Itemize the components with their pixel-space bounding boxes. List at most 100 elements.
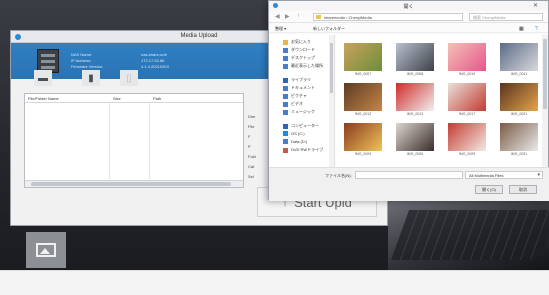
tree-computer[interactable]: コンピューター [283,123,319,129]
photo-filename: IMG_0017 [458,112,476,116]
side-label: Sel [248,174,254,179]
music-icon [283,109,288,115]
photo-filename: IMG_0008 [406,72,424,76]
tree-dvd-drive[interactable]: DVD RWドライブ [283,147,323,153]
tree-downloads[interactable]: ダウンロード [283,47,315,53]
photo-thumbnail[interactable] [344,83,382,111]
tree-documents[interactable]: ドキュメント [283,85,315,91]
scrollbar-thumb[interactable] [31,182,231,186]
picture-icon [283,93,288,99]
tree-music[interactable]: ミュージック [283,109,315,115]
scrollbar-thumb[interactable] [543,39,547,109]
upload-toolbar: ▬ ▮ ▯ [22,70,142,86]
col-header-path[interactable]: Path [153,96,161,101]
forward-icon[interactable]: ▶ [285,13,290,20]
photo-filename: IMG_0011 [510,72,528,76]
file-list-table[interactable]: File/Folder Name Size Path [24,93,244,188]
photo-thumbnail[interactable] [344,43,382,71]
photo-thumbnail[interactable] [396,43,434,71]
photo-thumbnail[interactable] [344,123,382,151]
laptop-keyboard [390,210,549,260]
device-info-keys: NAS Name: IP Address: Firmware Version: [71,52,103,70]
file-type-select[interactable]: All Multimedia Files [465,171,543,179]
photo-thumbnail[interactable] [500,83,538,111]
tree-recent[interactable]: 最近表示した場所 [283,63,323,69]
tree-drive-c[interactable]: OS (C:) [283,131,305,136]
photo-filename: IMG_0012 [354,112,372,116]
photo-filename: IMG_0010 [458,72,476,76]
view-options-icon[interactable]: ▦ [519,26,524,32]
command-bar: 整理 ▾ 新しいフォルダー ▦ ? [269,23,548,33]
photo-thumbnail[interactable] [448,123,486,151]
tree-favorites[interactable]: お気に入り [283,39,311,45]
column-divider [149,103,150,179]
computer-icon [283,123,288,129]
photo-thumbnail[interactable] [500,123,538,151]
page-footer-strip [0,270,549,295]
video-icon [283,101,288,107]
star-icon [283,39,288,45]
folder-icon: ▬ [38,72,48,84]
photo-thumbnail[interactable] [448,83,486,111]
address-bar-row: ◀ ▶ ↑ sharemedia › ChenyiMedia 検索 Chenyi… [269,11,548,23]
library-icon [283,77,288,83]
firmware-value: 4.1.4.20210303 [141,64,169,69]
tree-drive-d[interactable]: Data (D:) [283,139,307,144]
organize-menu[interactable]: 整理 ▾ [275,26,286,32]
photo-filename: IMG_0021 [510,112,528,116]
dialog-footer: ファイル名(N): All Multimedia Files 開く(O) 取消 [269,167,549,201]
side-label: File [248,124,255,129]
trash-icon: ▯ [126,72,132,84]
col-header-size[interactable]: Size [113,96,121,101]
side-label: Dire [248,114,256,119]
photo-thumbnail[interactable] [500,43,538,71]
up-icon[interactable]: ↑ [297,13,300,19]
file-grid-scrollbar[interactable] [542,35,548,167]
photo-filename: IMG_0031 [510,152,528,156]
new-folder-button[interactable]: 新しいフォルダー [313,26,345,32]
photo-filename: IMG_0007 [354,72,372,76]
window-controls[interactable]: ✕ [533,2,544,9]
file-name-input[interactable] [355,171,463,179]
file-table-header: File/Folder Name Size Path [25,94,243,103]
add-file-button[interactable]: ▮ [82,70,100,86]
tree-pictures[interactable]: ピクチャ [283,93,307,99]
open-file-dialog: 開く ✕ ◀ ▶ ↑ sharemedia › ChenyiMedia 検索 C… [268,0,549,201]
open-button[interactable]: 開く(O) [475,185,503,194]
photo-thumbnail[interactable] [396,83,434,111]
image-icon [36,243,56,257]
tree-desktop[interactable]: デスクトップ [283,55,315,61]
add-folder-button[interactable]: ▬ [34,70,52,86]
search-input[interactable]: 検索 ChenyiMedia [469,13,543,21]
file-thumbnail-grid: IMG_0007 IMG_0008 IMG_0010 IMG_0011 IMG_0012… [336,35,543,167]
photo-filename: IMG_0024 [354,152,372,156]
tree-libraries[interactable]: ライブラリ [283,77,311,83]
file-name-label: ファイル名(N): [325,173,352,178]
dialog-titlebar[interactable]: 開く ✕ [269,1,548,11]
image-placeholder [26,232,66,268]
back-icon[interactable]: ◀ [275,13,280,20]
horizontal-scrollbar[interactable] [25,180,243,187]
file-icon: ▮ [88,72,94,84]
dvd-icon [283,147,288,153]
drive-icon [283,131,288,136]
photo-thumbnail[interactable] [396,123,434,151]
dialog-title: 開く [403,4,414,10]
delete-button[interactable]: ▯ [120,70,138,86]
photo-thumbnail[interactable] [448,43,486,71]
drive-icon [283,139,288,144]
col-header-name[interactable]: File/Folder Name [28,96,59,101]
help-icon[interactable]: ? [535,26,538,32]
cancel-button[interactable]: 取消 [509,185,537,194]
scrollbar-thumb[interactable] [330,43,333,93]
device-info-values: nas-share-unit 172.17.52.86 4.1.4.202103… [141,52,169,70]
tree-videos[interactable]: ビデオ [283,101,303,107]
download-icon [283,47,288,53]
close-icon[interactable]: ✕ [533,3,544,9]
side-label: P [248,144,251,149]
nav-pane-scrollbar[interactable] [329,35,334,167]
document-icon [283,85,288,91]
photo-filename: IMG_0026 [406,152,424,156]
address-bar[interactable]: sharemedia › ChenyiMedia [313,13,463,21]
side-label: F [248,134,251,139]
